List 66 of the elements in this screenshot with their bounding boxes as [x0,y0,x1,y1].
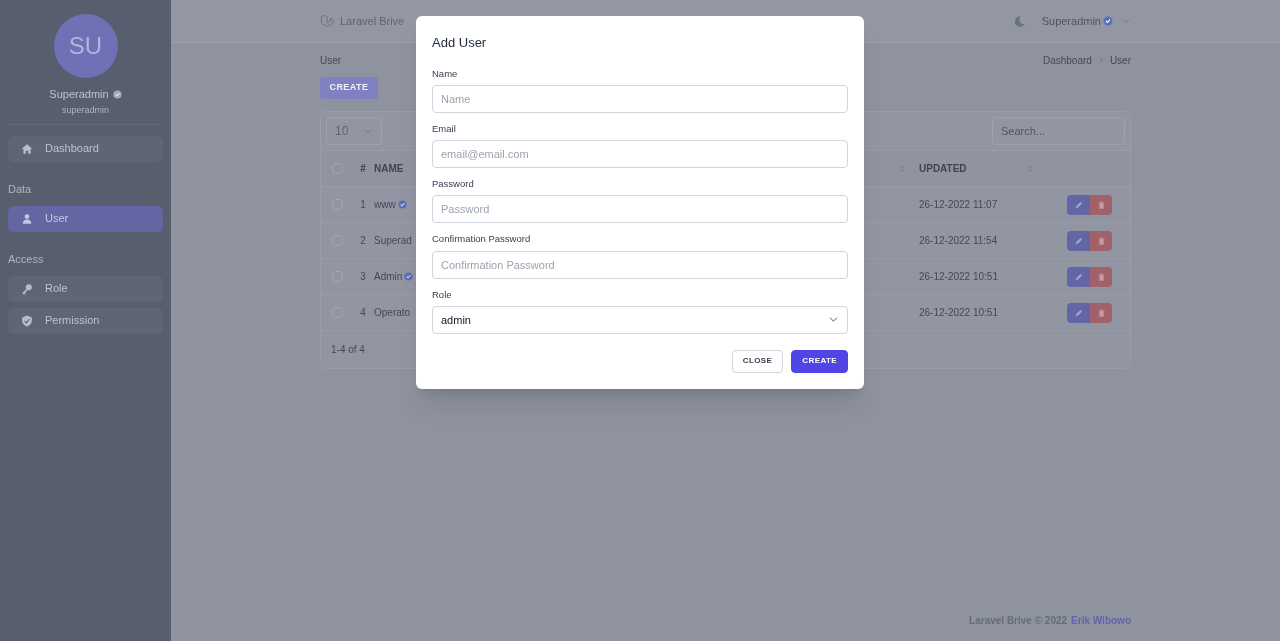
breadcrumb-link[interactable]: Dashboard [1042,52,1092,68]
table-cell-text: Admin [374,270,403,284]
shield-icon [21,314,33,327]
close-button[interactable]: CLOSE [731,349,784,373]
table-cell-text: Superad [374,234,412,248]
key-icon [21,282,33,295]
field-label: Name [432,66,459,81]
field-label: Password [432,177,475,191]
trash-icon [1096,235,1106,246]
table-cell-text: 3 [360,270,366,284]
table-cell-text: www [374,198,396,212]
user-icon [21,212,33,225]
trash-icon [1096,199,1106,210]
pencil-icon [1073,199,1084,210]
section-heading: Access [8,251,45,267]
table-cell: 26-12-2022 10:51 [919,271,998,282]
table-cell-text: Operato [374,306,411,320]
pencil-icon [1073,271,1084,282]
input-field[interactable]: Name [432,84,848,113]
input-field[interactable]: email@email.com [432,140,848,168]
delete-button[interactable] [1090,266,1112,287]
moon-icon [1012,14,1026,28]
avatar: SU [53,14,118,78]
sidebar-item[interactable]: Dashboard [8,135,163,162]
edit-button[interactable] [1067,230,1090,251]
table-cell: 26-12-2022 10:51 [919,307,998,318]
table-cell-text: 1 [360,198,366,212]
role-select[interactable]: admin [432,305,848,334]
column-header: # [360,162,366,176]
page-title: User [320,53,342,68]
dialog-title: Add User [432,34,488,52]
delete-button[interactable] [1090,194,1112,215]
home-icon [21,142,33,155]
edit-button[interactable] [1067,266,1090,287]
user-name: Superadmin [49,87,109,102]
username: superadmin [61,103,110,117]
pencil-icon [1073,307,1084,318]
trash-icon [1096,307,1106,318]
sidebar-item[interactable]: Permission [8,307,163,334]
create-button[interactable]: CREATE [320,77,378,99]
delete-button[interactable] [1090,230,1112,251]
user-menu[interactable]: Superadmin [1041,12,1101,30]
input-field[interactable]: Confirmation Password [432,250,848,279]
section-heading: Data [8,181,33,197]
pencil-icon [1073,235,1084,246]
field-label: Confirmation Password [432,232,532,247]
delete-button[interactable] [1090,302,1112,323]
search-field[interactable]: Search... [992,117,1125,145]
column-header: UPDATED [919,162,967,176]
cube-logo-icon [320,14,334,28]
create-button[interactable]: CREATE [791,349,848,373]
pagination-info: 1-4 of 4 [331,343,365,357]
table-cell-text: 2 [360,234,366,248]
table-cell-text: 4 [360,306,366,320]
table-cell: 26-12-2022 11:54 [919,235,998,246]
field-label: Role [432,287,453,302]
breadcrumb-current: User [1109,53,1131,68]
sidebar-item[interactable]: User [8,205,163,232]
edit-button[interactable] [1067,302,1090,323]
sidebar-item[interactable]: Role [8,275,163,302]
field-label: Email [432,121,457,136]
column-header: NAME [374,162,404,176]
table-cell: 26-12-2022 11:07 [919,199,998,210]
trash-icon [1096,271,1106,282]
input-field[interactable]: Password [432,195,848,224]
edit-button[interactable] [1067,194,1090,215]
